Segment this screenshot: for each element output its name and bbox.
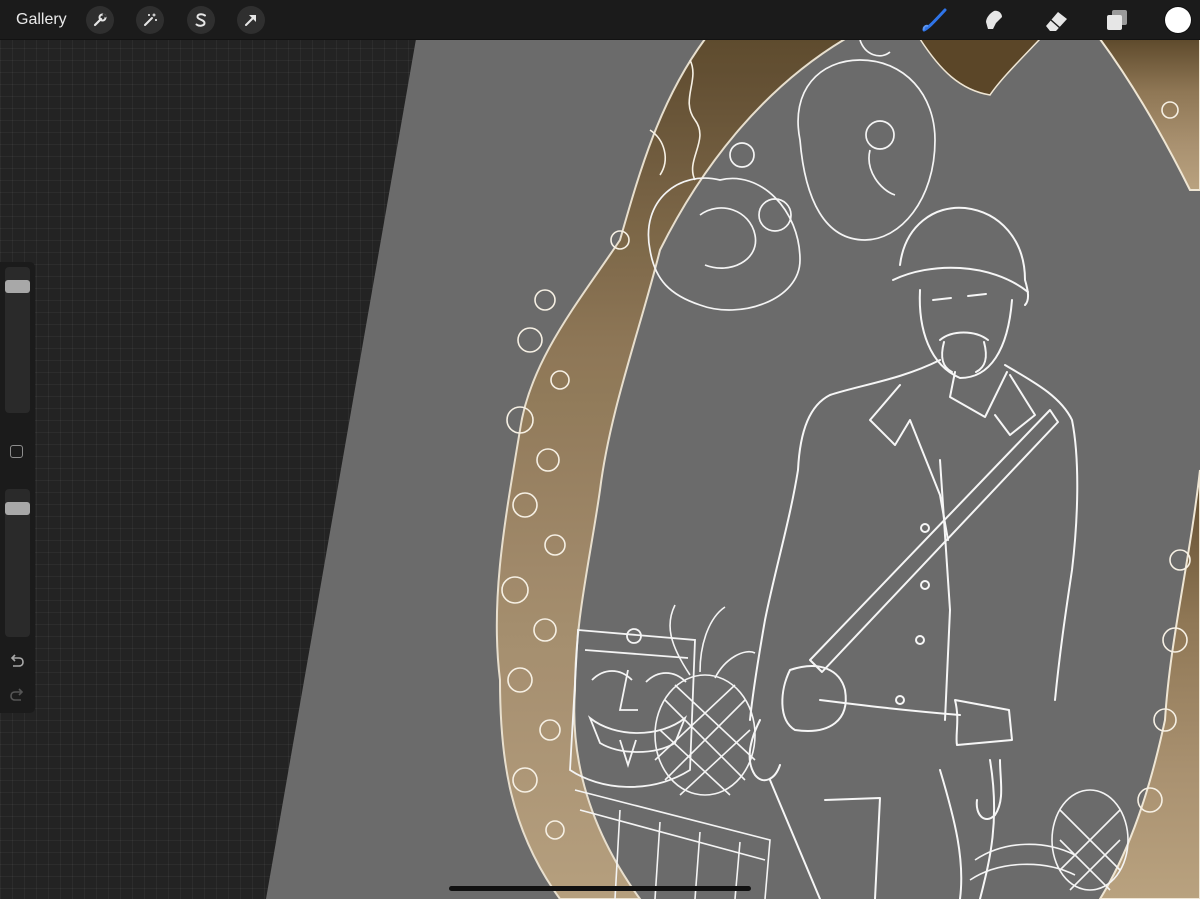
undo-button[interactable] <box>7 651 27 671</box>
home-indicator[interactable] <box>449 886 751 891</box>
undo-icon <box>10 654 24 667</box>
color-picker-button[interactable] <box>1165 7 1191 33</box>
adjustments-button[interactable] <box>136 6 164 34</box>
brush-icon <box>922 8 947 32</box>
transform-button[interactable] <box>237 6 265 34</box>
brush-size-slider-thumb[interactable] <box>5 280 30 293</box>
brush-opacity-slider[interactable] <box>5 489 30 637</box>
layers-button[interactable] <box>1101 4 1133 36</box>
artwork-paper <box>266 39 1200 899</box>
eraser-tool-button[interactable] <box>1040 4 1072 36</box>
selection-s-icon <box>195 13 206 27</box>
modify-button[interactable] <box>10 445 23 458</box>
drawing-canvas[interactable] <box>0 0 1200 899</box>
arrow-cursor-icon <box>245 15 256 26</box>
wrench-icon <box>93 13 107 27</box>
top-toolbar: Gallery <box>0 0 1200 40</box>
smudge-finger-icon <box>986 10 1002 29</box>
magic-wand-icon <box>144 13 157 26</box>
brush-sidebar <box>0 262 35 713</box>
redo-icon <box>10 688 24 701</box>
smudge-tool-button[interactable] <box>978 4 1010 36</box>
redo-button[interactable] <box>7 685 27 705</box>
gallery-button[interactable]: Gallery <box>16 10 67 29</box>
layers-icon <box>1107 10 1127 30</box>
actions-button[interactable] <box>86 6 114 34</box>
eraser-icon <box>1046 12 1067 31</box>
brush-size-slider[interactable] <box>5 267 30 413</box>
brush-tool-button[interactable] <box>918 4 950 36</box>
brush-opacity-slider-thumb[interactable] <box>5 502 30 515</box>
selection-button[interactable] <box>187 6 215 34</box>
